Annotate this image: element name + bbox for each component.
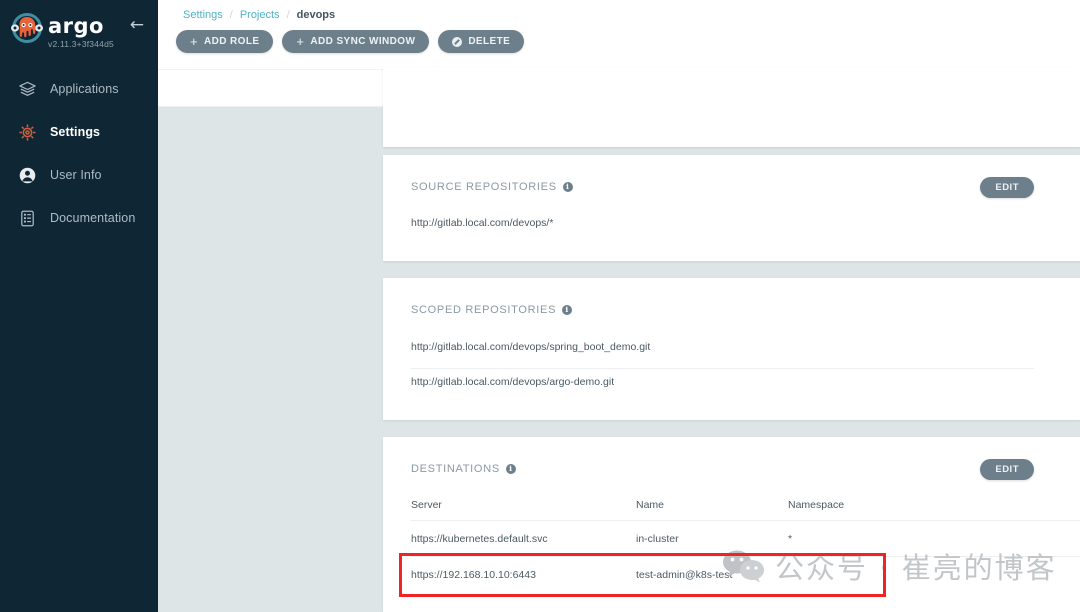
card-destinations: DESTINATIONS i EDIT Server Name Namespac… (383, 437, 1080, 612)
breadcrumb: Settings / Projects / devops (158, 0, 1080, 21)
cell-server: https://192.168.10.10:6443 (411, 569, 536, 581)
content-area: SOURCE REPOSITORIES i EDIT http://gitlab… (158, 67, 1080, 612)
edit-source-repositories-button[interactable]: EDIT (980, 177, 1034, 198)
source-repository-url: http://gitlab.local.com/devops/* (411, 217, 554, 229)
add-sync-window-label: ADD SYNC WINDOW (310, 36, 416, 47)
card-scoped-repositories: SCOPED REPOSITORIES i http://gitlab.loca… (383, 278, 1080, 420)
destinations-table: Server Name Namespace https://kubernetes… (411, 499, 1080, 592)
edit-destinations-button[interactable]: EDIT (980, 459, 1034, 480)
sidebar-item-user-info[interactable]: User Info (0, 160, 158, 190)
sidebar-item-label: User Info (50, 168, 102, 182)
breadcrumb-separator: / (286, 9, 290, 21)
sidebar-item-label: Applications (50, 82, 119, 96)
cell-server: https://kubernetes.default.svc (411, 533, 548, 545)
info-icon[interactable]: i (562, 182, 573, 192)
add-sync-window-button[interactable]: + ADD SYNC WINDOW (282, 30, 430, 53)
row-divider (411, 368, 1034, 369)
card-title-text: SCOPED REPOSITORIES (411, 304, 557, 316)
edit-label: EDIT (995, 464, 1019, 475)
arrow-left-icon[interactable]: ← (130, 17, 144, 34)
sidebar: argo v2.11.3+3f344d5 ← Applications Sett… (0, 0, 158, 612)
delete-label: DELETE (468, 36, 511, 47)
toolbar-actions: + ADD ROLE + ADD SYNC WINDOW DELETE (158, 21, 1080, 53)
brand-version: v2.11.3+3f344d5 (48, 38, 114, 49)
topbar: Settings / Projects / devops + ADD ROLE … (158, 0, 1080, 70)
table-row[interactable]: https://192.168.10.10:6443 test-admin@k8… (411, 557, 1080, 592)
breadcrumb-item-current: devops (296, 9, 336, 21)
plus-icon: + (296, 34, 305, 49)
cell-namespace (788, 569, 1080, 581)
scoped-repository-url: http://gitlab.local.com/devops/argo-demo… (411, 376, 615, 388)
card-title-text: DESTINATIONS (411, 463, 500, 475)
card-partial-top (383, 67, 1080, 147)
info-icon[interactable]: i (505, 464, 516, 474)
sidebar-item-settings[interactable]: Settings (0, 117, 158, 147)
cell-name: in-cluster (636, 533, 679, 545)
card-title-scoped-repositories: SCOPED REPOSITORIES i (411, 304, 573, 316)
sidebar-item-documentation[interactable]: Documentation (0, 203, 158, 233)
scoped-repository-url: http://gitlab.local.com/devops/spring_bo… (411, 341, 651, 353)
breadcrumb-item-projects[interactable]: Projects (240, 9, 280, 21)
layers-icon (18, 80, 37, 99)
table-row[interactable]: https://kubernetes.default.svc in-cluste… (411, 521, 1080, 556)
ghost-text (180, 80, 183, 91)
user-circle-icon (18, 166, 37, 185)
main-area: Settings / Projects / devops + ADD ROLE … (158, 0, 1080, 612)
table-header-row: Server Name Namespace (411, 499, 1080, 520)
document-icon (18, 209, 37, 228)
scoped-repository-row: http://gitlab.local.com/devops/spring_bo… (411, 341, 650, 353)
source-repository-row: http://gitlab.local.com/devops/* (411, 217, 553, 229)
column-header-name: Name (636, 499, 665, 511)
plus-icon: + (190, 34, 198, 49)
gear-icon (18, 123, 37, 142)
column-header-server: Server (411, 499, 442, 511)
sidebar-item-label: Settings (50, 125, 101, 139)
sidebar-item-label: Documentation (50, 211, 136, 225)
brand-name: argo (48, 13, 104, 38)
brand-header[interactable]: argo v2.11.3+3f344d5 ← (0, 0, 158, 52)
argocd-project-summary-page: argo v2.11.3+3f344d5 ← Applications Sett… (0, 0, 1080, 612)
delete-button[interactable]: DELETE (438, 30, 525, 53)
cell-namespace: * (788, 533, 793, 545)
edit-label: EDIT (995, 182, 1019, 193)
column-header-namespace: Namespace (788, 499, 845, 511)
cell-name: test-admin@k8s-test (636, 569, 733, 581)
add-role-label: ADD ROLE (204, 36, 260, 47)
sidebar-item-applications[interactable]: Applications (0, 74, 158, 104)
breadcrumb-item-settings[interactable]: Settings (183, 9, 223, 21)
card-title-source-repositories: SOURCE REPOSITORIES i (411, 181, 573, 193)
card-source-repositories: SOURCE REPOSITORIES i EDIT http://gitlab… (383, 155, 1080, 261)
sidebar-nav: Applications Settings User Info Document… (0, 74, 158, 233)
add-role-button[interactable]: + ADD ROLE (176, 30, 274, 53)
delete-circle-icon (452, 36, 463, 47)
breadcrumb-separator: / (229, 9, 233, 21)
scoped-repository-row: http://gitlab.local.com/devops/argo-demo… (411, 376, 614, 388)
info-icon[interactable]: i (562, 305, 573, 315)
argo-octopus-logo (10, 13, 44, 51)
card-title-destinations: DESTINATIONS i (411, 463, 516, 475)
card-title-text: SOURCE REPOSITORIES (411, 181, 557, 193)
